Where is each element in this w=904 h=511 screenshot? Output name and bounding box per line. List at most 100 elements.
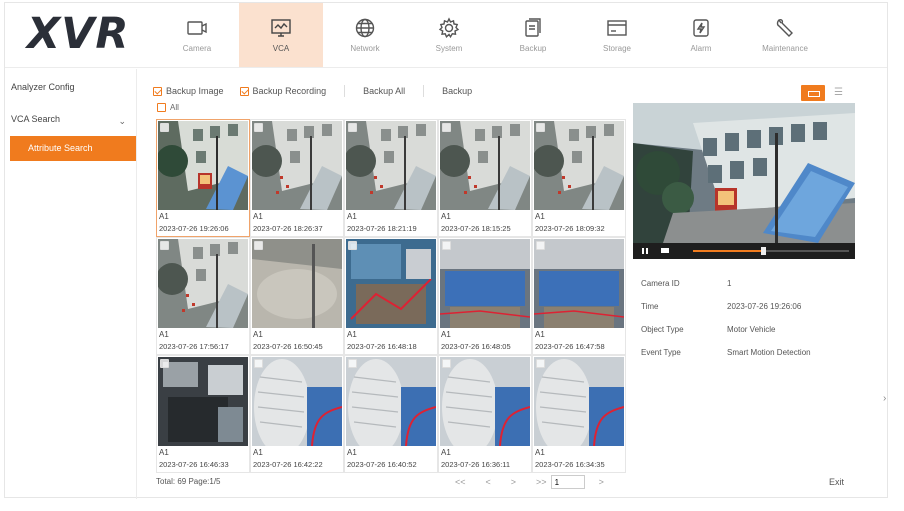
list-view-icon[interactable]: ☰ bbox=[834, 87, 843, 98]
nav-maintenance[interactable]: Maintenance bbox=[743, 3, 827, 67]
backup-button[interactable]: Backup bbox=[442, 86, 472, 96]
result-thumbnail[interactable] bbox=[158, 239, 248, 328]
result-thumbnail[interactable] bbox=[158, 357, 248, 446]
last-page-button[interactable]: >> bbox=[536, 477, 547, 487]
result-summary: Total: 69 Page:1/5 bbox=[156, 477, 221, 486]
pause-icon[interactable] bbox=[637, 245, 653, 257]
main-nav: Camera VCA Network System Backup Storage… bbox=[155, 3, 827, 67]
thumbnail-image bbox=[440, 121, 530, 210]
thumbnail-image bbox=[158, 121, 248, 210]
page-number-input[interactable] bbox=[550, 475, 585, 489]
result-tile[interactable]: A1 2023-07-26 18:21:19 bbox=[344, 119, 438, 237]
result-thumbnail[interactable] bbox=[158, 121, 248, 210]
result-select-checkbox[interactable] bbox=[254, 123, 263, 132]
result-tile[interactable]: A1 2023-07-26 16:48:05 bbox=[438, 237, 532, 355]
result-thumbnail[interactable] bbox=[440, 357, 530, 446]
result-tile[interactable]: A1 2023-07-26 16:42:22 bbox=[250, 355, 344, 473]
nav-backup[interactable]: Backup bbox=[491, 3, 575, 67]
result-tile[interactable]: A1 2023-07-26 19:26:06 bbox=[156, 119, 250, 237]
result-tile[interactable]: A1 2023-07-26 16:46:33 bbox=[156, 355, 250, 473]
result-channel: A1 bbox=[347, 212, 357, 221]
result-tile[interactable]: A1 2023-07-26 17:56:17 bbox=[156, 237, 250, 355]
result-tile[interactable]: A1 2023-07-26 16:34:35 bbox=[532, 355, 626, 473]
result-tile[interactable]: A1 2023-07-26 16:50:45 bbox=[250, 237, 344, 355]
result-select-checkbox[interactable] bbox=[536, 359, 545, 368]
backup-document-icon bbox=[525, 18, 541, 37]
backup-recording-checkbox[interactable] bbox=[239, 86, 249, 96]
stop-icon[interactable] bbox=[657, 245, 673, 257]
prev-page-button[interactable]: < bbox=[486, 477, 491, 487]
result-timestamp: 2023-07-26 18:26:37 bbox=[253, 224, 323, 233]
nav-camera-label: Camera bbox=[182, 44, 212, 53]
sidebar-item-attribute-search[interactable]: Attribute Search bbox=[10, 136, 136, 161]
nav-camera[interactable]: Camera bbox=[155, 3, 239, 67]
result-select-checkbox[interactable] bbox=[254, 359, 263, 368]
result-tile[interactable]: A1 2023-07-26 18:15:25 bbox=[438, 119, 532, 237]
nav-storage[interactable]: Storage bbox=[575, 3, 659, 67]
result-select-checkbox[interactable] bbox=[536, 123, 545, 132]
result-select-checkbox[interactable] bbox=[160, 241, 169, 250]
result-select-checkbox[interactable] bbox=[442, 123, 451, 132]
chevron-down-icon[interactable]: ⌄ bbox=[118, 116, 126, 127]
result-select-checkbox[interactable] bbox=[442, 359, 451, 368]
video-preview[interactable] bbox=[633, 103, 855, 243]
result-select-checkbox[interactable] bbox=[348, 123, 357, 132]
backup-toolbar: Backup Image Backup Recording Backup All… bbox=[153, 83, 472, 99]
result-thumbnail[interactable] bbox=[252, 239, 342, 328]
thumbnail-image bbox=[440, 357, 530, 446]
result-tile[interactable]: A1 2023-07-26 16:47:58 bbox=[532, 237, 626, 355]
nav-vca[interactable]: VCA bbox=[239, 3, 323, 67]
result-thumbnail[interactable] bbox=[440, 121, 530, 210]
result-thumbnail[interactable] bbox=[346, 121, 436, 210]
result-tile[interactable]: A1 2023-07-26 16:48:18 bbox=[344, 237, 438, 355]
backup-all-button[interactable]: Backup All bbox=[363, 86, 405, 96]
result-thumbnail[interactable] bbox=[534, 357, 624, 446]
result-thumbnail[interactable] bbox=[252, 357, 342, 446]
select-all-checkbox[interactable] bbox=[157, 103, 166, 112]
result-tile[interactable]: A1 2023-07-26 18:09:32 bbox=[532, 119, 626, 237]
go-page-button[interactable]: > bbox=[599, 477, 604, 487]
sidebar-item-vca-search[interactable]: VCA Search bbox=[11, 114, 60, 124]
chevron-right-icon[interactable]: › bbox=[883, 393, 886, 404]
pagination: << < > >> > bbox=[455, 475, 624, 489]
result-timestamp: 2023-07-26 16:42:22 bbox=[253, 460, 323, 469]
player-controls bbox=[633, 243, 855, 259]
playback-progress[interactable] bbox=[693, 247, 849, 255]
result-select-checkbox[interactable] bbox=[536, 241, 545, 250]
result-thumbnail[interactable] bbox=[346, 357, 436, 446]
result-select-checkbox[interactable] bbox=[160, 123, 169, 132]
nav-system[interactable]: System bbox=[407, 3, 491, 67]
exit-button[interactable]: Exit bbox=[829, 477, 844, 487]
nav-alarm[interactable]: Alarm bbox=[659, 3, 743, 67]
playback-handle[interactable] bbox=[761, 247, 767, 255]
nav-network[interactable]: Network bbox=[323, 3, 407, 67]
result-tile[interactable]: A1 2023-07-26 16:36:11 bbox=[438, 355, 532, 473]
result-channel: A1 bbox=[253, 212, 263, 221]
thumbnail-image bbox=[534, 239, 624, 328]
thumbnail-view-toggle[interactable] bbox=[801, 85, 825, 101]
nav-maintenance-label: Maintenance bbox=[762, 44, 808, 53]
next-page-button[interactable]: > bbox=[511, 477, 516, 487]
result-thumbnail[interactable] bbox=[440, 239, 530, 328]
result-select-checkbox[interactable] bbox=[348, 241, 357, 250]
result-thumbnail[interactable] bbox=[252, 121, 342, 210]
result-select-checkbox[interactable] bbox=[348, 359, 357, 368]
result-channel: A1 bbox=[159, 212, 169, 221]
detail-label: Event Type bbox=[641, 348, 681, 357]
result-thumbnail[interactable] bbox=[346, 239, 436, 328]
result-select-checkbox[interactable] bbox=[254, 241, 263, 250]
result-channel: A1 bbox=[347, 448, 357, 457]
first-page-button[interactable]: << bbox=[455, 477, 466, 487]
sidebar-item-analyzer-config[interactable]: Analyzer Config bbox=[11, 82, 75, 92]
network-globe-icon bbox=[355, 18, 375, 38]
result-tile[interactable]: A1 2023-07-26 18:26:37 bbox=[250, 119, 344, 237]
result-thumbnail[interactable] bbox=[534, 121, 624, 210]
backup-image-checkbox[interactable] bbox=[153, 86, 162, 96]
result-tile[interactable]: A1 2023-07-26 16:40:52 bbox=[344, 355, 438, 473]
result-channel: A1 bbox=[441, 448, 451, 457]
result-select-checkbox[interactable] bbox=[160, 359, 169, 368]
thumbnail-image bbox=[346, 121, 436, 210]
vca-monitor-icon bbox=[271, 19, 291, 37]
result-select-checkbox[interactable] bbox=[442, 241, 451, 250]
result-thumbnail[interactable] bbox=[534, 239, 624, 328]
